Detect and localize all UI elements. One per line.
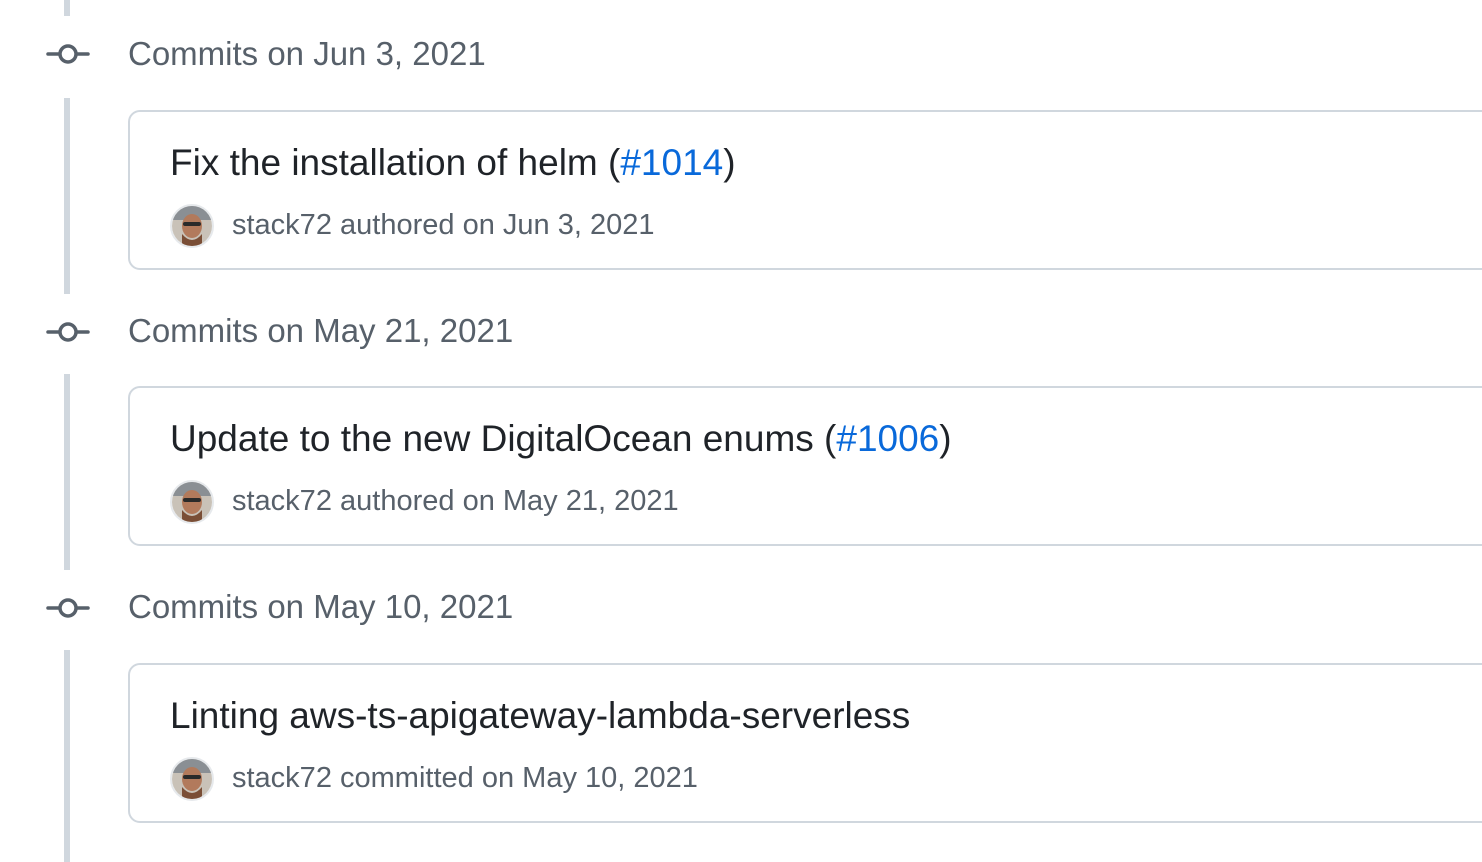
author-link[interactable]: stack72 xyxy=(232,762,332,794)
user-avatar-icon xyxy=(172,482,212,522)
git-commit-icon xyxy=(46,322,90,342)
timeline-line xyxy=(64,650,70,862)
commit-title-text[interactable]: Linting aws-ts-apigateway-lambda-serverl… xyxy=(170,695,910,736)
commit-date: on Jun 3, 2021 xyxy=(462,209,655,241)
commit-group-header: Commits on Jun 3, 2021 xyxy=(128,35,486,72)
commit-title-suffix[interactable]: ) xyxy=(939,418,951,459)
commit-title-text[interactable]: Update to the new DigitalOcean enums ( xyxy=(170,418,836,459)
pull-request-link[interactable]: #1014 xyxy=(620,142,723,183)
commit-card: Update to the new DigitalOcean enums (#1… xyxy=(128,386,1482,546)
git-commit-icon xyxy=(46,598,90,618)
commit-title[interactable]: Linting aws-ts-apigateway-lambda-serverl… xyxy=(170,693,910,739)
avatar[interactable] xyxy=(170,204,214,248)
commit-meta: stack72 authored on Jun 3, 2021 xyxy=(232,206,654,244)
pull-request-link[interactable]: #1006 xyxy=(836,418,939,459)
commit-title[interactable]: Fix the installation of helm (#1014) xyxy=(170,140,736,186)
commit-title[interactable]: Update to the new DigitalOcean enums (#1… xyxy=(170,416,952,462)
commit-date: on May 21, 2021 xyxy=(462,485,679,517)
user-avatar-icon xyxy=(172,206,212,246)
timeline-line xyxy=(64,0,70,16)
commit-meta: stack72 committed on May 10, 2021 xyxy=(232,759,698,797)
commit-title-text[interactable]: Fix the installation of helm ( xyxy=(170,142,620,183)
timeline-line xyxy=(64,374,70,570)
user-avatar-icon xyxy=(172,759,212,799)
author-link[interactable]: stack72 xyxy=(232,485,332,517)
timeline-line xyxy=(64,98,70,294)
commit-group-header: Commits on May 21, 2021 xyxy=(128,312,514,349)
commit-action: committed xyxy=(340,762,474,794)
commit-meta: stack72 authored on May 21, 2021 xyxy=(232,482,679,520)
commit-group-header: Commits on May 10, 2021 xyxy=(128,588,514,625)
avatar[interactable] xyxy=(170,480,214,524)
author-link[interactable]: stack72 xyxy=(232,209,332,241)
commit-action: authored xyxy=(340,209,455,241)
commit-card: Fix the installation of helm (#1014) sta… xyxy=(128,110,1482,270)
commit-action: authored xyxy=(340,485,455,517)
commit-date: on May 10, 2021 xyxy=(481,762,698,794)
commit-card: Linting aws-ts-apigateway-lambda-serverl… xyxy=(128,663,1482,823)
git-commit-icon xyxy=(46,44,90,64)
avatar[interactable] xyxy=(170,757,214,801)
commit-title-suffix[interactable]: ) xyxy=(723,142,735,183)
